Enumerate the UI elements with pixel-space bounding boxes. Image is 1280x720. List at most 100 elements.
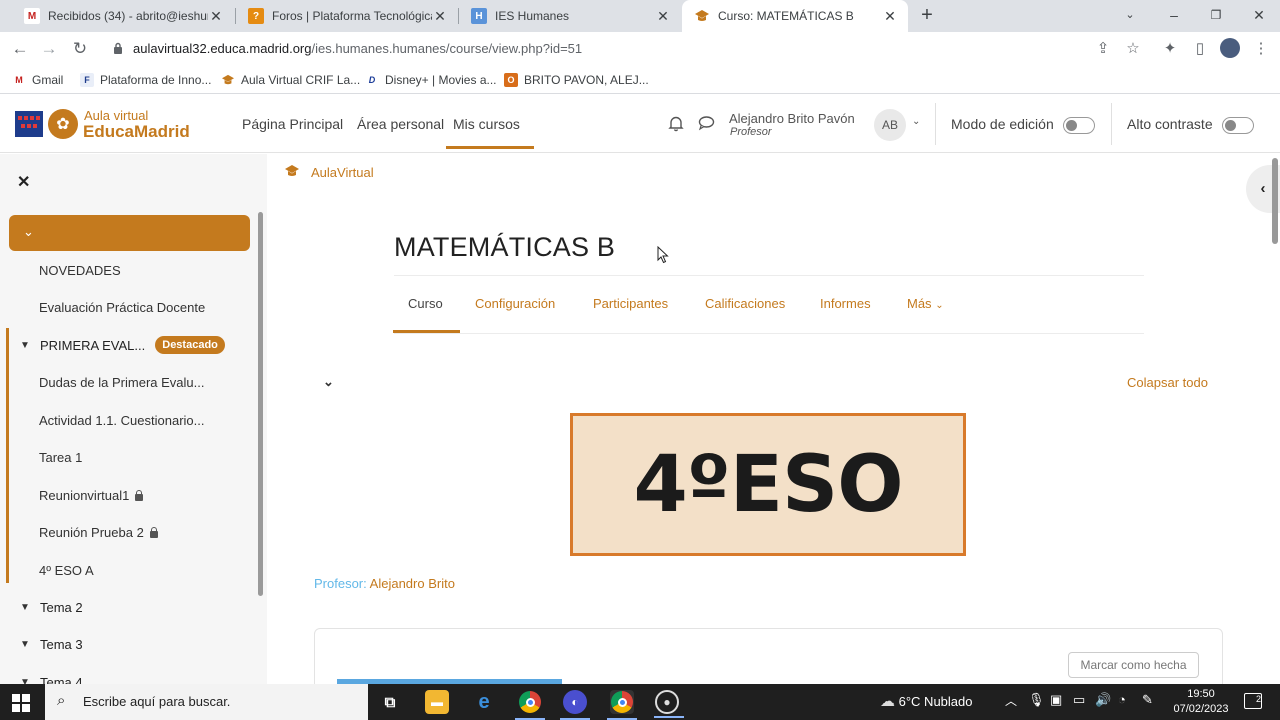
messages-icon[interactable] (697, 115, 715, 133)
chevron-down-icon[interactable]: ▼ (20, 639, 32, 650)
close-icon[interactable]: ✕ (882, 8, 898, 25)
drawer-section-tema-2[interactable]: ▼ Tema 2 (20, 600, 83, 615)
bookmark-plataforma[interactable]: F Plataforma de Inno... (80, 70, 211, 90)
tab-search-icon[interactable]: ⌄ (1108, 0, 1152, 32)
page-scrollbar[interactable] (1272, 158, 1278, 244)
microphone-icon[interactable]: 🎙 (1028, 692, 1045, 708)
close-icon[interactable]: ✕ (432, 8, 448, 25)
logo-title[interactable]: EducaMadrid (83, 122, 190, 142)
site-header: ✿ Aula virtual EducaMadrid Página Princi… (0, 95, 1280, 153)
forward-button[interactable]: → (37, 37, 61, 61)
mark-done-button[interactable]: Marcar como hecha (1068, 652, 1199, 678)
task-view-icon[interactable]: ⧉ (378, 690, 402, 714)
nav-mis-cursos[interactable]: Mis cursos (446, 116, 534, 149)
lock-icon[interactable] (113, 42, 123, 54)
weather-text: 6°C Nublado (898, 694, 973, 709)
extensions-icon[interactable]: ✦ (1159, 38, 1181, 60)
educamadrid-logo-icon[interactable]: ✿ (48, 109, 78, 139)
drawer-item-reunion-prueba-2[interactable]: Reunión Prueba 2 (39, 525, 158, 540)
chevron-down-icon[interactable]: ⌄ (912, 116, 920, 127)
keyboard-icon[interactable]: ▭ (1073, 692, 1085, 708)
close-icon[interactable]: ✕ (17, 172, 30, 192)
menu-icon[interactable]: ⋮ (1250, 38, 1272, 60)
tab-title: IES Humanes (495, 9, 570, 23)
taskbar-clock[interactable]: 19:50 07/02/2023 (1170, 687, 1232, 717)
address-bar[interactable]: aulavirtual32.educa.madrid.org/ies.human… (133, 41, 582, 56)
drawer-item-evaluacion[interactable]: Evaluación Práctica Docente (39, 300, 205, 315)
high-contrast-toggle[interactable] (1222, 117, 1254, 134)
drawer-item-dudas[interactable]: Dudas de la Primera Evalu... (39, 375, 204, 390)
search-icon: ⌕ (57, 692, 66, 709)
bookmark-gmail[interactable]: M Gmail (12, 70, 63, 90)
obs-icon[interactable]: ● (654, 690, 684, 718)
bookmark-aula-virtual-crif[interactable]: Aula Virtual CRIF La... (221, 70, 360, 90)
tab-participantes[interactable]: Participantes (593, 296, 668, 311)
close-icon[interactable]: ✕ (208, 8, 224, 25)
item-label: Reunionvirtual1 (39, 488, 130, 503)
minimize-button[interactable]: – (1152, 0, 1196, 32)
file-explorer-icon[interactable]: ▬ (425, 690, 449, 714)
browser-tab-gmail[interactable]: M Recibidos (34) - abrito@ieshuma ✕ (12, 0, 234, 32)
drawer-item-4-eso-a[interactable]: 4º ESO A (39, 563, 94, 578)
bookmark-outlook[interactable]: O BRITO PAVON, ALEJ... (504, 70, 649, 90)
browser-tab-ies-humanes[interactable]: H IES Humanes ✕ (459, 0, 681, 32)
network-icon[interactable]: ◔ (1118, 692, 1126, 707)
tab-curso[interactable]: Curso (408, 296, 443, 311)
firefox-icon[interactable]: ◐ (560, 690, 590, 720)
internet-explorer-icon[interactable]: e (472, 690, 496, 714)
windows-start-icon[interactable] (12, 694, 30, 712)
weather-widget[interactable]: ☁ 6°C Nublado (880, 692, 972, 710)
collapse-all-link[interactable]: Colapsar todo (1127, 375, 1208, 390)
chrome-icon[interactable] (515, 690, 545, 720)
bookmark-disney[interactable]: D Disney+ | Movies a... (365, 70, 497, 90)
chevron-down-icon[interactable]: ▼ (20, 340, 32, 351)
profile-avatar[interactable] (1219, 38, 1241, 60)
breadcrumb[interactable]: AulaVirtual (283, 164, 374, 181)
user-name[interactable]: Alejandro Brito Pavón (729, 111, 855, 126)
tab-mas[interactable]: Más ⌄ (907, 296, 944, 311)
drawer-section-primera-evaluacion[interactable]: ▼ PRIMERA EVAL... Destacado (20, 336, 225, 354)
browser-tab-course[interactable]: Curso: MATEMÁTICAS B ✕ (682, 0, 908, 32)
restore-button[interactable]: ❐ (1194, 0, 1238, 32)
reload-button[interactable]: ↻ (68, 37, 92, 61)
tab-title: Recibidos (34) - abrito@ieshuma (48, 9, 208, 23)
nav-pagina-principal[interactable]: Página Principal (242, 116, 343, 132)
drawer-item-tarea-1[interactable]: Tarea 1 (39, 450, 82, 465)
edit-mode-toggle[interactable] (1063, 117, 1095, 134)
drawer-section-tema-3[interactable]: ▼ Tema 3 (20, 637, 83, 652)
drawer-section-tema-4[interactable]: ▼ Tema 4 (20, 675, 83, 684)
close-window-button[interactable]: ✕ (1237, 0, 1280, 32)
f-icon: F (80, 73, 94, 87)
share-icon[interactable]: ⇪ (1092, 38, 1114, 60)
user-role: Profesor (730, 126, 772, 138)
drawer-scrollbar[interactable] (258, 212, 263, 596)
drawer-item-novedades[interactable]: NOVEDADES (39, 263, 121, 278)
tab-calificaciones[interactable]: Calificaciones (705, 296, 785, 311)
tab-configuracion[interactable]: Configuración (475, 296, 555, 311)
browser-tab-foros[interactable]: ? Foros | Plataforma Tecnológica "F ✕ (236, 0, 458, 32)
show-hidden-icons-icon[interactable]: ︿ (1005, 692, 1017, 709)
drawer-item-actividad[interactable]: Actividad 1.1. Cuestionario... (39, 413, 204, 428)
chevron-down-icon[interactable]: ▼ (20, 602, 32, 613)
new-tab-button[interactable]: + (916, 4, 938, 28)
bell-icon[interactable] (667, 115, 685, 133)
side-panel-icon[interactable]: ▯ (1189, 38, 1211, 60)
bookmark-star-icon[interactable]: ☆ (1122, 38, 1144, 60)
user-avatar[interactable]: AB (874, 109, 906, 141)
taskbar-search-input[interactable]: ⌕ Escribe aquí para buscar. (45, 684, 368, 720)
volume-icon[interactable]: 🔊 (1095, 692, 1111, 708)
chevron-down-icon[interactable]: ⌄ (323, 374, 334, 390)
nav-area-personal[interactable]: Área personal (357, 116, 444, 132)
chevron-down-icon[interactable]: ⌄ (23, 224, 34, 240)
back-button[interactable]: ← (8, 37, 32, 61)
madrid-flag-icon[interactable] (15, 111, 43, 137)
close-icon[interactable]: ✕ (655, 8, 671, 25)
course-index-current-course[interactable]: ⌄ (9, 215, 250, 251)
tab-informes[interactable]: Informes (820, 296, 871, 311)
pen-icon[interactable]: ✎ (1142, 692, 1153, 708)
drawer-item-reunionvirtual1[interactable]: Reunionvirtual1 (39, 488, 144, 503)
meet-now-icon[interactable]: ▣ (1050, 692, 1062, 708)
chrome-active-icon[interactable] (607, 690, 637, 720)
notifications-icon[interactable]: 2 (1244, 693, 1262, 709)
chevron-down-icon[interactable]: ▼ (20, 677, 32, 684)
